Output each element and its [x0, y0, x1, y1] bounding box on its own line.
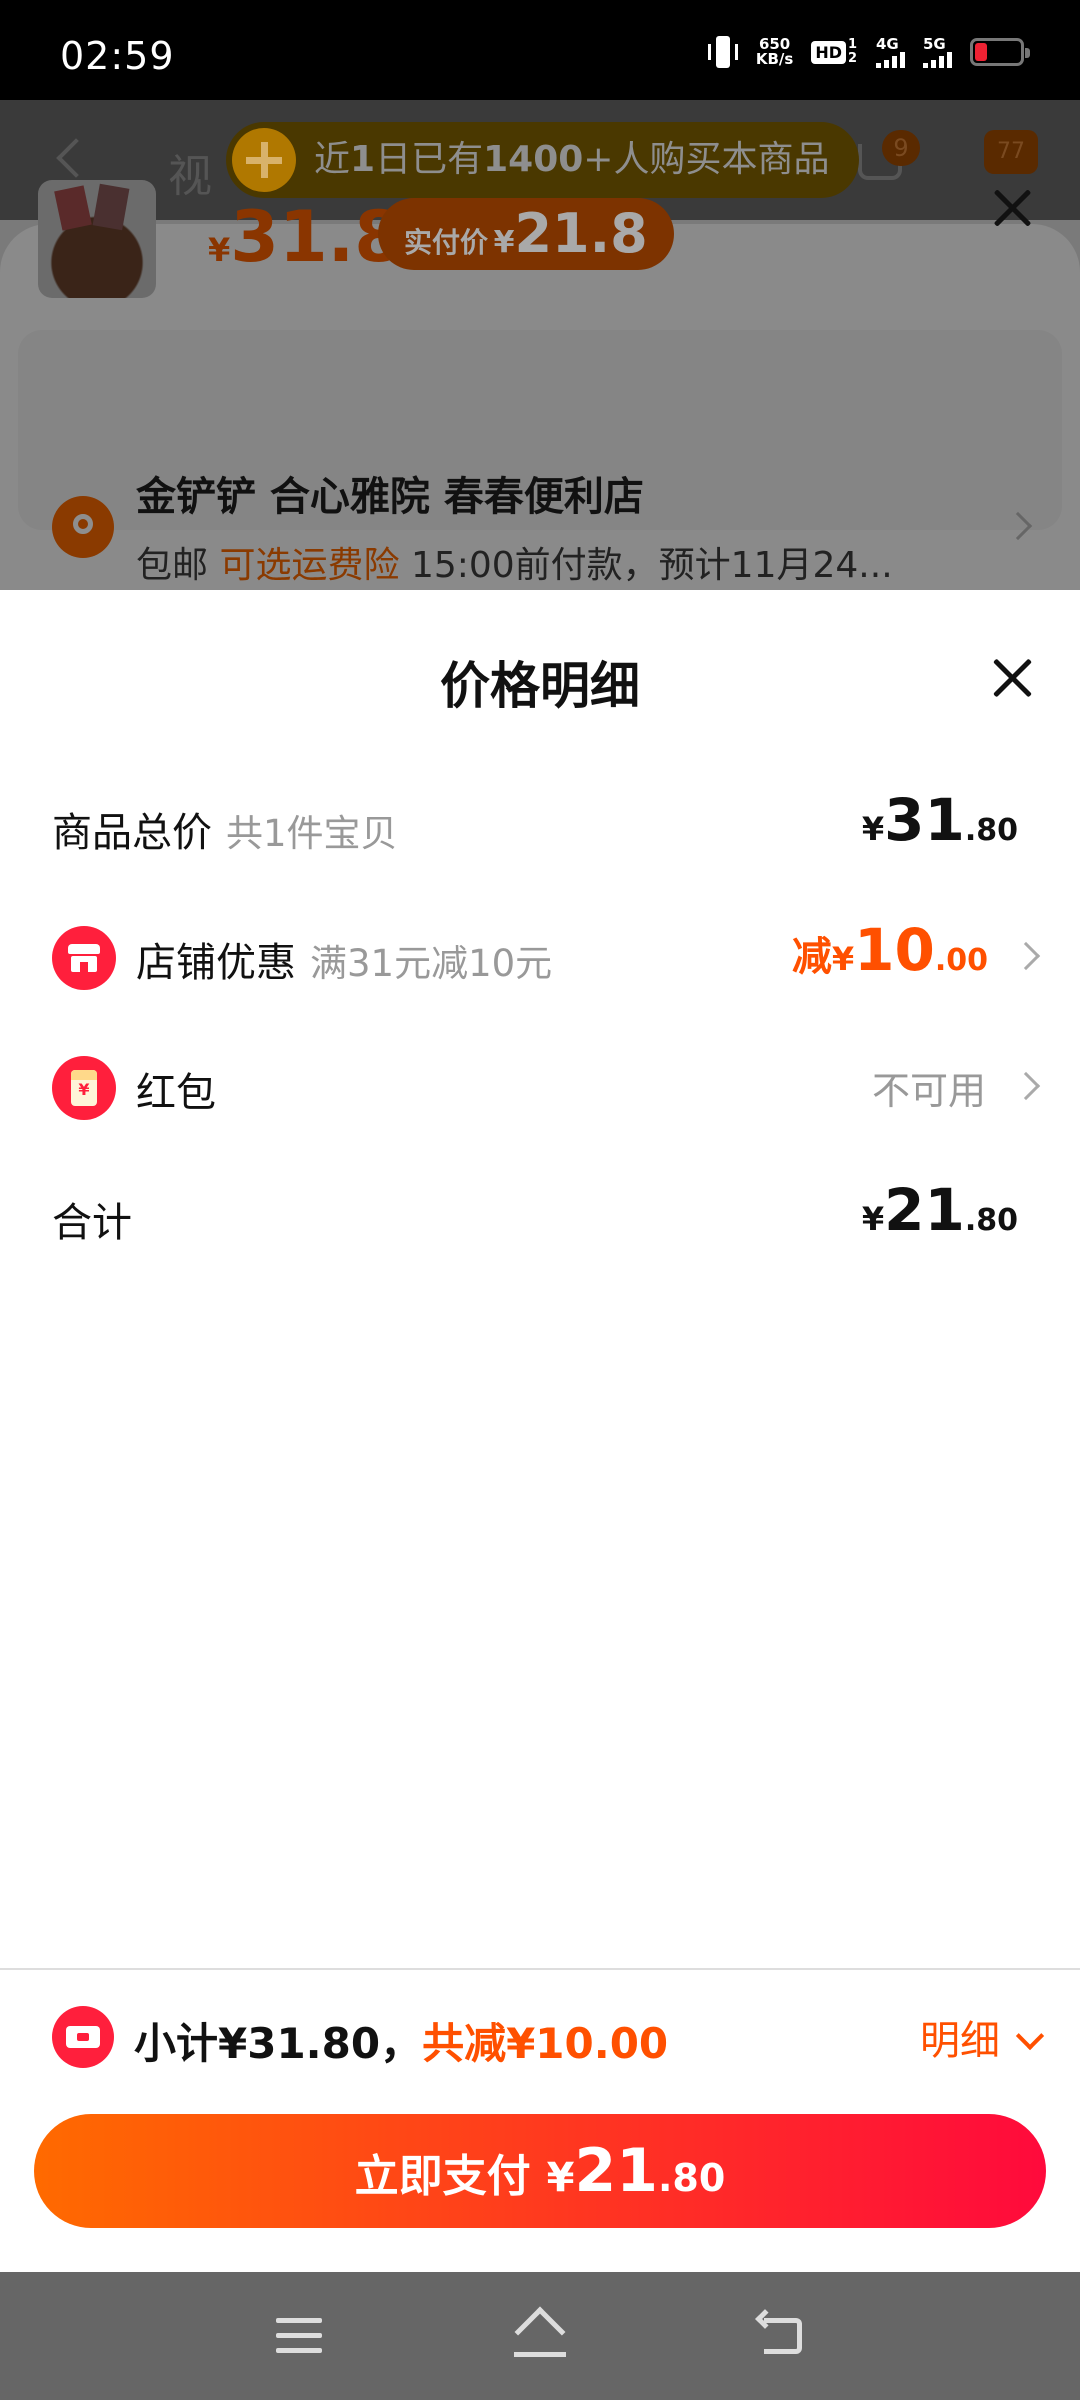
back-icon[interactable]: [56, 138, 96, 178]
more-badge: 77: [984, 130, 1038, 174]
red-packet-status: 不可用: [871, 1069, 986, 1113]
row-red-packet[interactable]: ¥ 红包 不可用: [0, 1036, 1080, 1136]
location-pin-icon: [52, 496, 114, 558]
discount-amount: 减¥10.00: [791, 916, 988, 984]
home-icon[interactable]: [512, 2306, 568, 2360]
shop-icon: [52, 926, 116, 990]
pay-now-button[interactable]: 立即支付 ¥21.80: [34, 2114, 1046, 2228]
cart-badge: 9: [882, 130, 920, 166]
row-label: 商品总价 共1件宝贝: [52, 810, 398, 856]
row-shop-discount[interactable]: 店铺优惠 满31元减10元 减¥10.00: [0, 906, 1080, 1006]
actual-paid-badge: 实付价 ¥21.8: [378, 198, 674, 270]
coupon-icon: [52, 2006, 114, 2068]
address-name: 金铲铲 合心雅院 春春便利店: [136, 474, 644, 520]
product-price: ¥31.8: [208, 196, 403, 278]
red-packet-icon: ¥: [52, 1056, 116, 1120]
chevron-right-icon: [1011, 1071, 1041, 1101]
signal-5g-icon: 5G: [923, 36, 952, 68]
menu-icon[interactable]: [276, 2318, 322, 2354]
status-icons: 650 KB/s HD 1 2 4G 5G: [707, 35, 1030, 68]
vibrate-icon: [707, 36, 738, 68]
chevron-down-icon: [1015, 2021, 1045, 2051]
status-time: 02:59: [60, 34, 175, 78]
signal-4g-icon: 4G: [876, 36, 905, 68]
row-label: 红包: [136, 1070, 216, 1116]
row-grand-total: 合计 ¥21.80: [0, 1166, 1080, 1266]
back-icon[interactable]: [755, 2309, 806, 2358]
total-amount: ¥31.80: [861, 786, 1018, 854]
network-speed: 650 KB/s: [755, 35, 794, 68]
grand-total-amount: ¥21.80: [861, 1176, 1018, 1244]
battery-icon: [970, 38, 1030, 66]
chevron-right-icon: [1011, 941, 1041, 971]
sheet-title: 价格明细: [440, 657, 640, 715]
status-bar: 02:59 650 KB/s HD 1 2 4G 5G: [0, 0, 1080, 100]
sku-sheet-close-icon[interactable]: [990, 186, 1034, 230]
hd-icon: HD 1 2: [811, 38, 858, 66]
product-thumbnail: [38, 180, 156, 298]
detail-toggle-button[interactable]: 明细: [920, 2008, 1045, 2066]
purchase-promo-banner: 近1日已有1400+人购买本商品: [226, 122, 860, 198]
row-label: 合计: [52, 1200, 132, 1246]
shipping-info: 包邮 可选运费险 15:00前付款，预计11月24...: [136, 545, 893, 586]
header-tab[interactable]: 视: [168, 140, 212, 204]
system-nav-bar: [0, 2272, 1080, 2400]
subtotal-summary: 小计¥31.80，共减¥10.00: [134, 2019, 669, 2068]
row-label: 店铺优惠 满31元减10元: [136, 940, 553, 986]
row-total-price: 商品总价 共1件宝贝 ¥31.80: [0, 776, 1080, 876]
close-icon[interactable]: [990, 656, 1034, 700]
checkout-bar: 小计¥31.80，共减¥10.00 明细 立即支付 ¥21.80: [0, 1968, 1080, 2272]
plus-badge-icon: [232, 128, 296, 192]
